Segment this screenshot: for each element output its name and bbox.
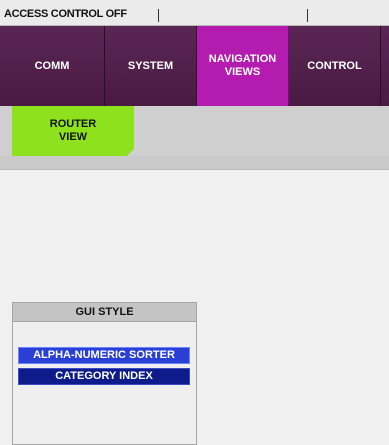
status-separator — [307, 9, 308, 22]
status-separator — [158, 9, 159, 22]
access-control-status: ACCESS CONTROL OFF — [4, 8, 127, 20]
gui-style-panel: GUI STYLE ALPHA-NUMERIC SORTER CATEGORY … — [12, 302, 197, 445]
tab-control[interactable]: CONTROL — [289, 26, 381, 106]
gui-style-title: GUI STYLE — [13, 303, 196, 322]
tab-label: SYSTEM — [127, 59, 174, 72]
tab-overflow[interactable] — [381, 26, 389, 106]
tab-comm[interactable]: COMM — [0, 26, 105, 106]
category-index-button[interactable]: CATEGORY INDEX — [18, 368, 190, 385]
sub-tab-bar: ROUTER VIEW — [0, 106, 389, 156]
tab-system[interactable]: SYSTEM — [105, 26, 197, 106]
tab-label: COMM — [34, 59, 70, 72]
tab-label: CONTROL — [307, 59, 362, 72]
status-bar: ACCESS CONTROL OFF — [0, 0, 389, 26]
alpha-numeric-sorter-button[interactable]: ALPHA-NUMERIC SORTER — [18, 347, 190, 364]
subtab-router-view[interactable]: ROUTER VIEW — [12, 106, 134, 156]
tab-label: NAVIGATION VIEWS — [208, 53, 277, 78]
tab-navigation-views[interactable]: NAVIGATION VIEWS — [197, 26, 289, 106]
section-divider — [0, 156, 389, 170]
main-tab-bar: COMM SYSTEM NAVIGATION VIEWS CONTROL — [0, 26, 389, 106]
subtab-label: ROUTER VIEW — [49, 118, 97, 143]
